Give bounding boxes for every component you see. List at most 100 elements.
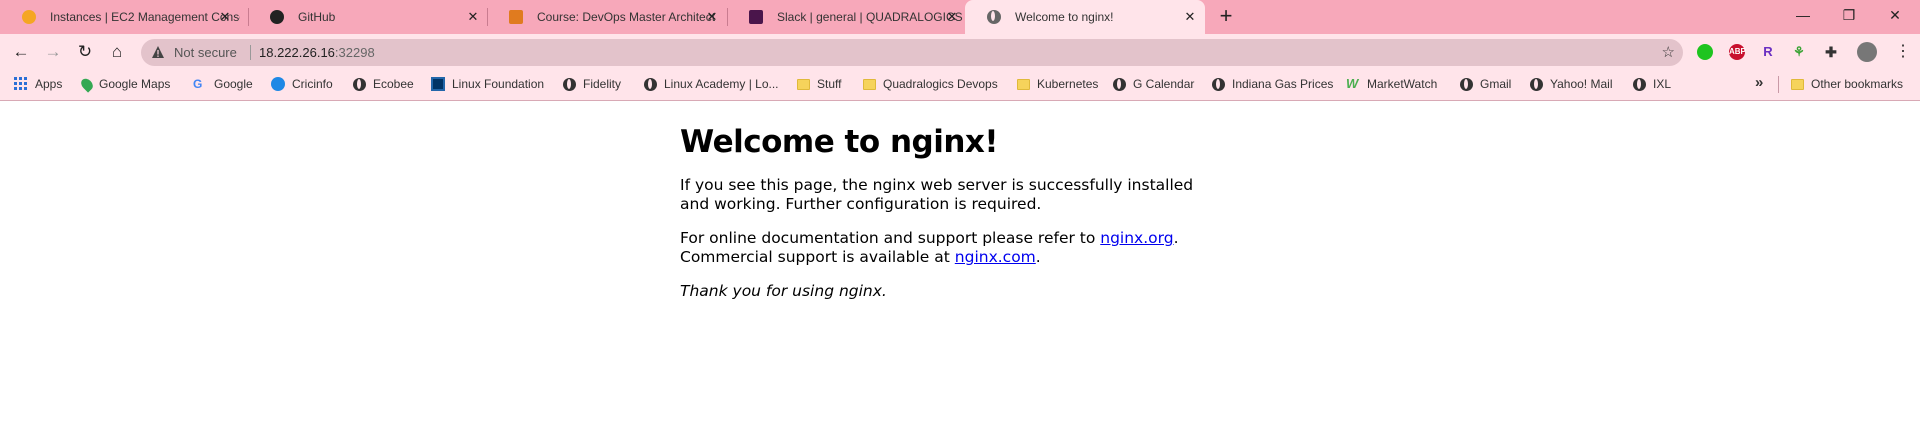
not-secure-label[interactable]: Not secure — [174, 45, 237, 60]
thanks-paragraph: Thank you for using nginx. — [680, 282, 887, 300]
course-icon — [509, 10, 523, 24]
bookmarks-divider — [1778, 76, 1779, 93]
forward-button[interactable]: → — [41, 40, 65, 64]
bookmark-google-maps[interactable]: Google Maps — [78, 75, 171, 93]
bookmark-apps[interactable]: Apps — [14, 77, 62, 91]
bookmark-label: Ecobee — [373, 77, 414, 91]
maximize-button[interactable]: ❐ — [1826, 0, 1872, 30]
bookmark-indiana-gas-prices[interactable]: Indiana Gas Prices — [1212, 77, 1333, 91]
bookmarks-overflow-button[interactable]: » — [1755, 74, 1763, 91]
support-text: Commercial support is available at — [680, 248, 955, 266]
extension-sprout-icon[interactable]: ⚘ — [1791, 44, 1807, 60]
new-tab-button[interactable]: + — [1214, 4, 1238, 28]
tab-slack[interactable]: Slack | general | QUADRALOGICS ✕ — [727, 0, 967, 34]
close-icon[interactable]: ✕ — [1181, 8, 1199, 26]
bookmark-ixl[interactable]: IXL — [1633, 77, 1671, 91]
marketwatch-icon: W — [1346, 76, 1359, 91]
tab-title: Slack | general | QUADRALOGICS — [777, 10, 963, 24]
bookmark-label: Indiana Gas Prices — [1232, 77, 1334, 91]
bookmark-label: Yahoo! Mail — [1550, 77, 1613, 91]
address-bar[interactable]: Not secure 18.222.26.16:32298 ☆ — [141, 39, 1683, 66]
bookmark-folder-kubernetes[interactable]: Kubernetes — [1017, 77, 1098, 91]
bookmark-gmail[interactable]: Gmail — [1460, 77, 1511, 91]
window-close-button[interactable]: ✕ — [1872, 0, 1918, 30]
bookmark-star-icon[interactable]: ☆ — [1662, 43, 1675, 61]
bookmark-label: Gmail — [1480, 77, 1512, 91]
tab-github[interactable]: GitHub ✕ — [248, 0, 488, 34]
bookmark-label: Google Maps — [99, 77, 171, 91]
browser-menu-icon[interactable]: ⋮ — [1891, 40, 1915, 64]
globe-icon — [353, 77, 366, 91]
url-port: :32298 — [334, 45, 375, 60]
extension-r-icon[interactable]: R — [1760, 44, 1776, 60]
globe-icon — [563, 77, 576, 91]
bookmark-other-bookmarks[interactable]: Other bookmarks — [1791, 77, 1903, 91]
close-icon[interactable]: ✕ — [216, 8, 234, 26]
bookmark-folder-stuff[interactable]: Stuff — [797, 77, 841, 91]
bookmark-label: Stuff — [817, 77, 842, 91]
slack-icon — [749, 10, 763, 24]
url-host: 18.222.26.16 — [259, 45, 335, 60]
bookmark-ecobee[interactable]: Ecobee — [353, 77, 414, 91]
reload-button[interactable]: ↻ — [73, 40, 97, 64]
tab-title: Course: DevOps Master Architect — [537, 10, 716, 24]
tab-title: Instances | EC2 Management Console — [50, 10, 240, 24]
bookmark-label: Kubernetes — [1037, 77, 1099, 91]
github-icon — [270, 10, 284, 24]
tab-ec2[interactable]: Instances | EC2 Management Console ✕ — [0, 0, 240, 34]
tab-strip: Instances | EC2 Management Console ✕ Git… — [0, 0, 1920, 34]
warning-icon — [152, 46, 164, 58]
close-icon[interactable]: ✕ — [464, 8, 482, 26]
aws-icon — [22, 10, 36, 24]
bookmark-label: G Calendar — [1133, 77, 1195, 91]
globe-icon — [1113, 77, 1126, 91]
tab-title: Welcome to nginx! — [1015, 10, 1114, 24]
cricinfo-icon — [271, 77, 285, 91]
minimize-button[interactable]: — — [1780, 0, 1826, 30]
google-icon: G — [193, 77, 203, 91]
bookmark-marketwatch[interactable]: W MarketWatch — [1346, 76, 1437, 92]
tab-nginx[interactable]: Welcome to nginx! ✕ — [965, 0, 1205, 34]
bookmark-label: Google — [214, 77, 253, 91]
close-icon[interactable]: ✕ — [943, 8, 961, 26]
bookmarks-bar: Apps Google Maps G Google Cricinfo Ecobe… — [0, 69, 1920, 101]
page-heading: Welcome to nginx! — [680, 124, 999, 160]
bookmark-g-calendar[interactable]: G Calendar — [1113, 77, 1194, 91]
tab-course[interactable]: Course: DevOps Master Architect ✕ — [487, 0, 727, 34]
folder-icon — [1017, 78, 1030, 90]
docs-paragraph: For online documentation and support ple… — [680, 229, 1200, 267]
extension-green-icon[interactable] — [1697, 44, 1713, 60]
globe-icon — [1460, 77, 1473, 91]
folder-icon — [863, 78, 876, 90]
bookmark-label: Cricinfo — [292, 77, 333, 91]
bookmark-cricinfo[interactable]: Cricinfo — [271, 77, 333, 91]
page-content: Welcome to nginx! If you see this page, … — [680, 124, 1200, 316]
linux-foundation-icon — [431, 77, 445, 91]
tab-title: GitHub — [298, 10, 336, 24]
globe-icon — [987, 10, 1001, 24]
globe-icon — [1212, 77, 1225, 91]
nginx-org-link[interactable]: nginx.org — [1100, 229, 1173, 247]
extensions-puzzle-icon[interactable]: ✚ — [1823, 44, 1839, 60]
home-button[interactable]: ⌂ — [105, 40, 129, 64]
bookmark-yahoo-mail[interactable]: Yahoo! Mail — [1530, 77, 1612, 91]
bookmark-fidelity[interactable]: Fidelity — [563, 77, 621, 91]
back-button[interactable]: ← — [9, 40, 33, 64]
browser-toolbar: ← → ↻ ⌂ Not secure 18.222.26.16:32298 ☆ … — [0, 34, 1920, 69]
url-text[interactable]: 18.222.26.16:32298 — [259, 45, 375, 60]
globe-icon — [1530, 77, 1543, 91]
apps-grid-icon — [14, 77, 27, 90]
bookmark-label: Linux Academy | Lo... — [664, 77, 779, 91]
bookmark-google[interactable]: G Google — [193, 77, 253, 91]
nginx-com-link[interactable]: nginx.com — [955, 248, 1036, 266]
close-icon[interactable]: ✕ — [703, 8, 721, 26]
adblock-plus-icon[interactable]: ABP — [1729, 44, 1746, 60]
profile-avatar[interactable] — [1857, 42, 1877, 62]
bookmark-linux-foundation[interactable]: Linux Foundation — [431, 77, 544, 91]
bookmark-label: Quadralogics Devops — [883, 77, 998, 91]
bookmark-linux-academy[interactable]: Linux Academy | Lo... — [644, 77, 779, 91]
globe-icon — [644, 77, 657, 91]
bookmark-folder-quadralogics[interactable]: Quadralogics Devops — [863, 77, 998, 91]
bookmark-label: Apps — [35, 77, 63, 91]
intro-paragraph: If you see this page, the nginx web serv… — [680, 176, 1194, 213]
